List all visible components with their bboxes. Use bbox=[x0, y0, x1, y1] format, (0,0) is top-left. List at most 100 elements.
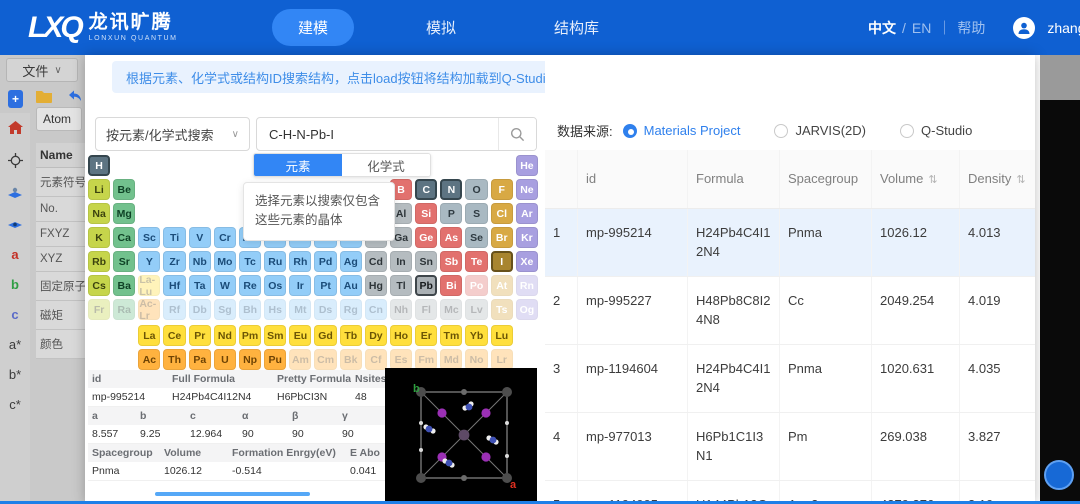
perspective-view-icon[interactable] bbox=[7, 186, 24, 204]
element-S[interactable]: S bbox=[465, 203, 488, 224]
element-Nb[interactable]: Nb bbox=[188, 251, 211, 272]
element-Ho[interactable]: Ho bbox=[389, 325, 413, 346]
element-Pm[interactable]: Pm bbox=[238, 325, 262, 346]
element-Sn[interactable]: Sn bbox=[415, 251, 438, 272]
nav-tab-结构库[interactable]: 结构库 bbox=[528, 9, 625, 46]
element-Lu[interactable]: Lu bbox=[490, 325, 513, 346]
element-Li[interactable]: Li bbox=[88, 179, 111, 200]
element-Ge[interactable]: Ge bbox=[415, 227, 438, 248]
element-Ar[interactable]: Ar bbox=[515, 203, 538, 224]
search-mode-select[interactable]: 按元素/化学式搜索 ∨ bbox=[95, 117, 250, 151]
element-Te[interactable]: Te bbox=[465, 251, 488, 272]
element-W[interactable]: W bbox=[213, 275, 236, 296]
help-link[interactable]: 帮助 bbox=[957, 18, 985, 38]
element-Er[interactable]: Er bbox=[415, 325, 438, 346]
axis-button-c-star[interactable]: c* bbox=[9, 398, 21, 411]
element-Nd[interactable]: Nd bbox=[213, 325, 236, 346]
element-Rf[interactable]: Rf bbox=[163, 299, 186, 320]
element-Cs[interactable]: Cs bbox=[88, 275, 111, 296]
element-Sb[interactable]: Sb bbox=[440, 251, 463, 272]
axis-button-b[interactable]: b bbox=[11, 278, 19, 291]
element-La[interactable]: La bbox=[138, 325, 161, 346]
element-Fl[interactable]: Fl bbox=[415, 299, 438, 320]
column-header-Volume[interactable]: Volume ⇅ bbox=[872, 150, 960, 208]
nav-tab-建模[interactable]: 建模 bbox=[272, 9, 355, 46]
element-C[interactable]: C bbox=[415, 179, 438, 200]
element-Tl[interactable]: Tl bbox=[389, 275, 413, 296]
element-Sg[interactable]: Sg bbox=[213, 299, 236, 320]
crystal-structure-view[interactable]: b a bbox=[385, 368, 537, 504]
element-H[interactable]: H bbox=[88, 155, 111, 176]
element-Pd[interactable]: Pd bbox=[314, 251, 337, 272]
element-La-Lu[interactable]: La-Lu bbox=[138, 274, 161, 298]
element-Br[interactable]: Br bbox=[490, 227, 513, 248]
column-header-Density[interactable]: Density ⇅ bbox=[960, 150, 1035, 208]
axis-button-c[interactable]: c bbox=[11, 308, 18, 321]
element-Cd[interactable]: Cd bbox=[364, 251, 387, 272]
user-avatar[interactable] bbox=[1013, 16, 1036, 39]
element-Ne[interactable]: Ne bbox=[515, 179, 538, 200]
table-row[interactable]: 1 mp-995214 H24Pb4C4I12N4 Pnma 1026.12 4.013 bbox=[545, 208, 1035, 277]
table-row[interactable]: 2 mp-995227 H48Pb8C8I24N8 Cc 2049.254 4.019 bbox=[545, 276, 1035, 345]
element-Re[interactable]: Re bbox=[238, 275, 262, 296]
element-At[interactable]: At bbox=[490, 275, 513, 296]
element-Nh[interactable]: Nh bbox=[389, 299, 413, 320]
element-Rb[interactable]: Rb bbox=[88, 251, 111, 272]
element-Tm[interactable]: Tm bbox=[440, 325, 463, 346]
element-Sc[interactable]: Sc bbox=[138, 227, 161, 248]
toggle-化学式[interactable]: 化学式 bbox=[342, 154, 430, 176]
source-option-JARVIS(2D)[interactable]: JARVIS(2D) bbox=[774, 123, 866, 138]
element-No[interactable]: No bbox=[465, 349, 488, 370]
search-input[interactable] bbox=[257, 126, 498, 142]
element-Ag[interactable]: Ag bbox=[339, 251, 362, 272]
element-Y[interactable]: Y bbox=[138, 251, 161, 272]
nav-tab-模拟[interactable]: 模拟 bbox=[400, 9, 482, 46]
brand-logo[interactable]: LXQ 龙讯旷腾 LONXUN QUANTUM bbox=[28, 11, 178, 45]
table-row[interactable]: 4 mp-977013 H6Pb1C1I3N1 Pm 269.038 3.827 bbox=[545, 412, 1035, 481]
element-Pt[interactable]: Pt bbox=[314, 275, 337, 296]
element-Lr[interactable]: Lr bbox=[490, 349, 513, 370]
element-Kr[interactable]: Kr bbox=[515, 227, 538, 248]
element-Os[interactable]: Os bbox=[264, 275, 287, 296]
element-Mo[interactable]: Mo bbox=[213, 251, 236, 272]
element-In[interactable]: In bbox=[389, 251, 413, 272]
element-I[interactable]: I bbox=[490, 251, 513, 272]
element-Bk[interactable]: Bk bbox=[339, 349, 362, 370]
element-Lv[interactable]: Lv bbox=[465, 299, 488, 320]
element-Ir[interactable]: Ir bbox=[289, 275, 312, 296]
element-Ca[interactable]: Ca bbox=[113, 227, 136, 248]
element-Au[interactable]: Au bbox=[339, 275, 362, 296]
element-Bi[interactable]: Bi bbox=[440, 275, 463, 296]
element-Cm[interactable]: Cm bbox=[314, 349, 337, 370]
element-Cf[interactable]: Cf bbox=[364, 349, 387, 370]
file-menu-button[interactable]: 文件 ∨ bbox=[6, 58, 78, 82]
source-option-Q-Studio[interactable]: Q-Studio bbox=[900, 123, 972, 138]
home-view-icon[interactable] bbox=[7, 121, 23, 140]
element-Np[interactable]: Np bbox=[238, 349, 262, 370]
element-Se[interactable]: Se bbox=[465, 227, 488, 248]
lang-zh-link[interactable]: 中文 bbox=[868, 18, 896, 38]
horizontal-scrollbar[interactable] bbox=[155, 492, 310, 496]
search-button[interactable] bbox=[498, 118, 536, 150]
element-Hg[interactable]: Hg bbox=[364, 275, 387, 296]
focus-target-icon[interactable] bbox=[7, 153, 23, 173]
element-Sm[interactable]: Sm bbox=[264, 325, 287, 346]
element-Na[interactable]: Na bbox=[88, 203, 111, 224]
element-Rn[interactable]: Rn bbox=[515, 275, 538, 296]
sort-icon[interactable]: ⇅ bbox=[1016, 174, 1025, 186]
element-Xe[interactable]: Xe bbox=[515, 251, 538, 272]
element-Am[interactable]: Am bbox=[289, 349, 312, 370]
element-Ac-Lr[interactable]: Ac-Lr bbox=[138, 298, 161, 322]
element-Gd[interactable]: Gd bbox=[314, 325, 337, 346]
element-Dy[interactable]: Dy bbox=[364, 325, 387, 346]
orthographic-view-icon[interactable] bbox=[7, 217, 24, 235]
element-Ds[interactable]: Ds bbox=[314, 299, 337, 320]
element-Be[interactable]: Be bbox=[113, 179, 136, 200]
lang-en-link[interactable]: EN bbox=[912, 20, 931, 36]
table-row[interactable]: 3 mp-1194604 H24Pb4C4I12N4 Pnma 1020.631 4.03… bbox=[545, 344, 1035, 413]
element-K[interactable]: K bbox=[88, 227, 111, 248]
element-Ta[interactable]: Ta bbox=[188, 275, 211, 296]
element-Hf[interactable]: Hf bbox=[163, 275, 186, 296]
element-Ac[interactable]: Ac bbox=[138, 349, 161, 370]
axis-button-b-star[interactable]: b* bbox=[9, 368, 21, 381]
